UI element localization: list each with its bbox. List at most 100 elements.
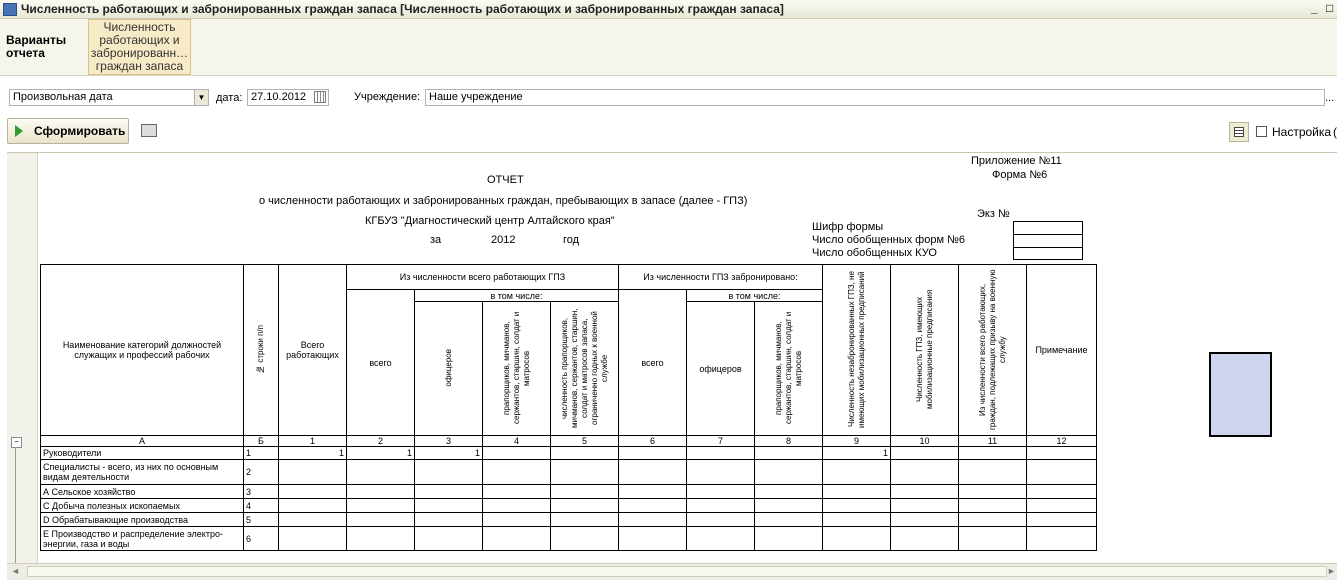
header-col12: Примечание bbox=[1026, 264, 1097, 436]
col-index: 5 bbox=[550, 435, 619, 447]
header-prap2: прапорщиков, мичманов, сержантов, старши… bbox=[773, 311, 803, 424]
window-titlebar: Численность работающих и забронированных… bbox=[0, 0, 1337, 19]
table-row: А Сельское хозяйство 3 bbox=[40, 484, 1097, 499]
row-name: С Добыча полезных ископаемых bbox=[40, 498, 244, 513]
col-index: Б bbox=[243, 435, 279, 447]
institution-field-value: Наше учреждение bbox=[429, 91, 523, 103]
header-vsego2: всего bbox=[618, 289, 687, 436]
appendix-label: Приложение №11 bbox=[971, 155, 1062, 167]
header-col11: Из численности всего работающих, граждан… bbox=[977, 268, 1007, 430]
header-rowno: № строки п/п bbox=[256, 324, 265, 374]
col-index: 7 bbox=[686, 435, 755, 447]
period-select[interactable]: Произвольная дата bbox=[9, 89, 209, 106]
organization-name: КГБУЗ "Диагностический центр Алтайского … bbox=[365, 215, 615, 227]
header-group2: Из численности ГПЗ забронировано: bbox=[618, 264, 823, 290]
minimize-button[interactable]: _ bbox=[1311, 1, 1318, 15]
date-label: дата: bbox=[216, 92, 243, 104]
generate-report-label: Сформировать bbox=[34, 124, 126, 138]
col-index: 11 bbox=[958, 435, 1027, 447]
print-icon[interactable] bbox=[141, 124, 157, 137]
table-row: Руководители 1 1 1 1 1 bbox=[40, 446, 1097, 460]
table-icon bbox=[1234, 127, 1244, 137]
institution-field[interactable]: Наше учреждение bbox=[425, 89, 1325, 106]
header-col9: Численность незабронированных ГПЗ, не им… bbox=[846, 270, 866, 428]
table-row: Специалисты - всего, из них по основным … bbox=[40, 459, 1097, 485]
col-index: 12 bbox=[1026, 435, 1097, 447]
table-row: С Добыча полезных ископаемых 4 bbox=[40, 498, 1097, 513]
institution-label: Учреждение: bbox=[354, 91, 421, 103]
form-number: Форма №6 bbox=[992, 169, 1048, 181]
col-index: 2 bbox=[346, 435, 415, 447]
copy-number-label: Экз № bbox=[977, 208, 1010, 220]
scrollbar-thumb[interactable] bbox=[27, 566, 1327, 577]
generate-report-button[interactable]: Сформировать bbox=[7, 118, 129, 144]
table-row: Е Производство и распределение электро-э… bbox=[40, 526, 1097, 551]
table-view-toggle[interactable] bbox=[1229, 122, 1249, 142]
header-incl2: в том числе: bbox=[686, 289, 823, 302]
settings-button[interactable]: Настройка bbox=[1272, 125, 1331, 139]
col-index: 6 bbox=[618, 435, 687, 447]
play-icon bbox=[15, 125, 23, 137]
report-title: ОТЧЕТ bbox=[487, 174, 524, 186]
horizontal-scrollbar[interactable]: ◄ ► bbox=[7, 563, 1337, 580]
report-year: 2012 bbox=[491, 234, 516, 246]
cell-value: 1 bbox=[414, 446, 483, 460]
report-subtitle: о численности работающих и забронированн… bbox=[259, 195, 748, 207]
row-no: 6 bbox=[243, 526, 279, 551]
scroll-right-icon[interactable]: ► bbox=[1327, 566, 1336, 576]
row-no: 2 bbox=[243, 459, 279, 485]
kuo-count-label: Число обобщенных КУО bbox=[812, 247, 937, 259]
maximize-button[interactable]: □ bbox=[1326, 1, 1333, 15]
scroll-left-icon[interactable]: ◄ bbox=[11, 566, 20, 576]
row-name: D Обрабатывающие производства bbox=[40, 512, 244, 527]
col-index: 4 bbox=[482, 435, 551, 447]
calendar-icon[interactable] bbox=[314, 91, 326, 103]
period-god: год bbox=[563, 234, 580, 246]
header-name: Наименование категорий должностей служащ… bbox=[40, 264, 244, 436]
row-no: 4 bbox=[243, 498, 279, 513]
report-variants-panel: Варианты отчета Численность работающих и… bbox=[0, 19, 1337, 76]
group-line bbox=[15, 447, 16, 563]
period-za: за bbox=[430, 234, 442, 246]
header-officers: офицеров bbox=[443, 348, 453, 387]
col-index: 9 bbox=[822, 435, 891, 447]
table-row: D Обрабатывающие производства 5 bbox=[40, 512, 1097, 527]
cell-value: 1 bbox=[822, 446, 891, 460]
report-table: Наименование категорий должностей служащ… bbox=[40, 264, 1097, 551]
forms6-count-label: Число обобщенных форм №6 bbox=[812, 234, 966, 246]
row-name: Е Производство и распределение электро-э… bbox=[40, 526, 244, 551]
header-officers2: офицеров bbox=[686, 301, 755, 436]
row-no: 3 bbox=[243, 484, 279, 499]
cell-value: 1 bbox=[278, 446, 347, 460]
cipher-label: Шифр формы bbox=[812, 221, 884, 233]
select-more-button[interactable]: ... bbox=[1325, 92, 1334, 104]
toolbar-overflow: ( bbox=[1333, 125, 1337, 139]
window-app-icon bbox=[3, 3, 17, 16]
picture-frame bbox=[1209, 352, 1272, 437]
report-variant-tab[interactable]: Численность работающих и забронированн… … bbox=[88, 19, 191, 75]
chevron-down-icon[interactable]: ▼ bbox=[194, 90, 208, 105]
header-group1: Из численности всего работающих ГПЗ bbox=[346, 264, 619, 290]
row-name: Специалисты - всего, из них по основным … bbox=[40, 459, 244, 485]
col-index: 3 bbox=[414, 435, 483, 447]
header-incl: в том числе: bbox=[414, 289, 619, 302]
settings-icon bbox=[1256, 126, 1267, 137]
header-col10: Численность ГПЗ, имеющих мобилизационные… bbox=[914, 289, 934, 409]
col-index: 10 bbox=[890, 435, 959, 447]
header-total: Всего работающих bbox=[278, 264, 347, 436]
cell-value: 1 bbox=[346, 446, 415, 460]
col-index: 1 bbox=[278, 435, 347, 447]
col-index: А bbox=[40, 435, 244, 447]
row-name: А Сельское хозяйство bbox=[40, 484, 244, 499]
header-limited: численность прапорщиков, мичманов, сержа… bbox=[559, 307, 609, 428]
collapse-group-button[interactable]: − bbox=[11, 437, 22, 448]
cipher-boxes bbox=[1013, 221, 1083, 260]
period-select-value: Произвольная дата bbox=[13, 91, 113, 103]
grouping-strip: − bbox=[7, 153, 38, 563]
row-no: 5 bbox=[243, 512, 279, 527]
header-praporshchiki: прапорщиков, мичманов, сержантов, старши… bbox=[501, 311, 531, 424]
window-title: Численность работающих и забронированных… bbox=[21, 2, 784, 16]
row-no: 1 bbox=[243, 446, 279, 460]
header-vsego: всего bbox=[346, 289, 415, 436]
variants-button[interactable]: Варианты отчета bbox=[6, 19, 82, 75]
